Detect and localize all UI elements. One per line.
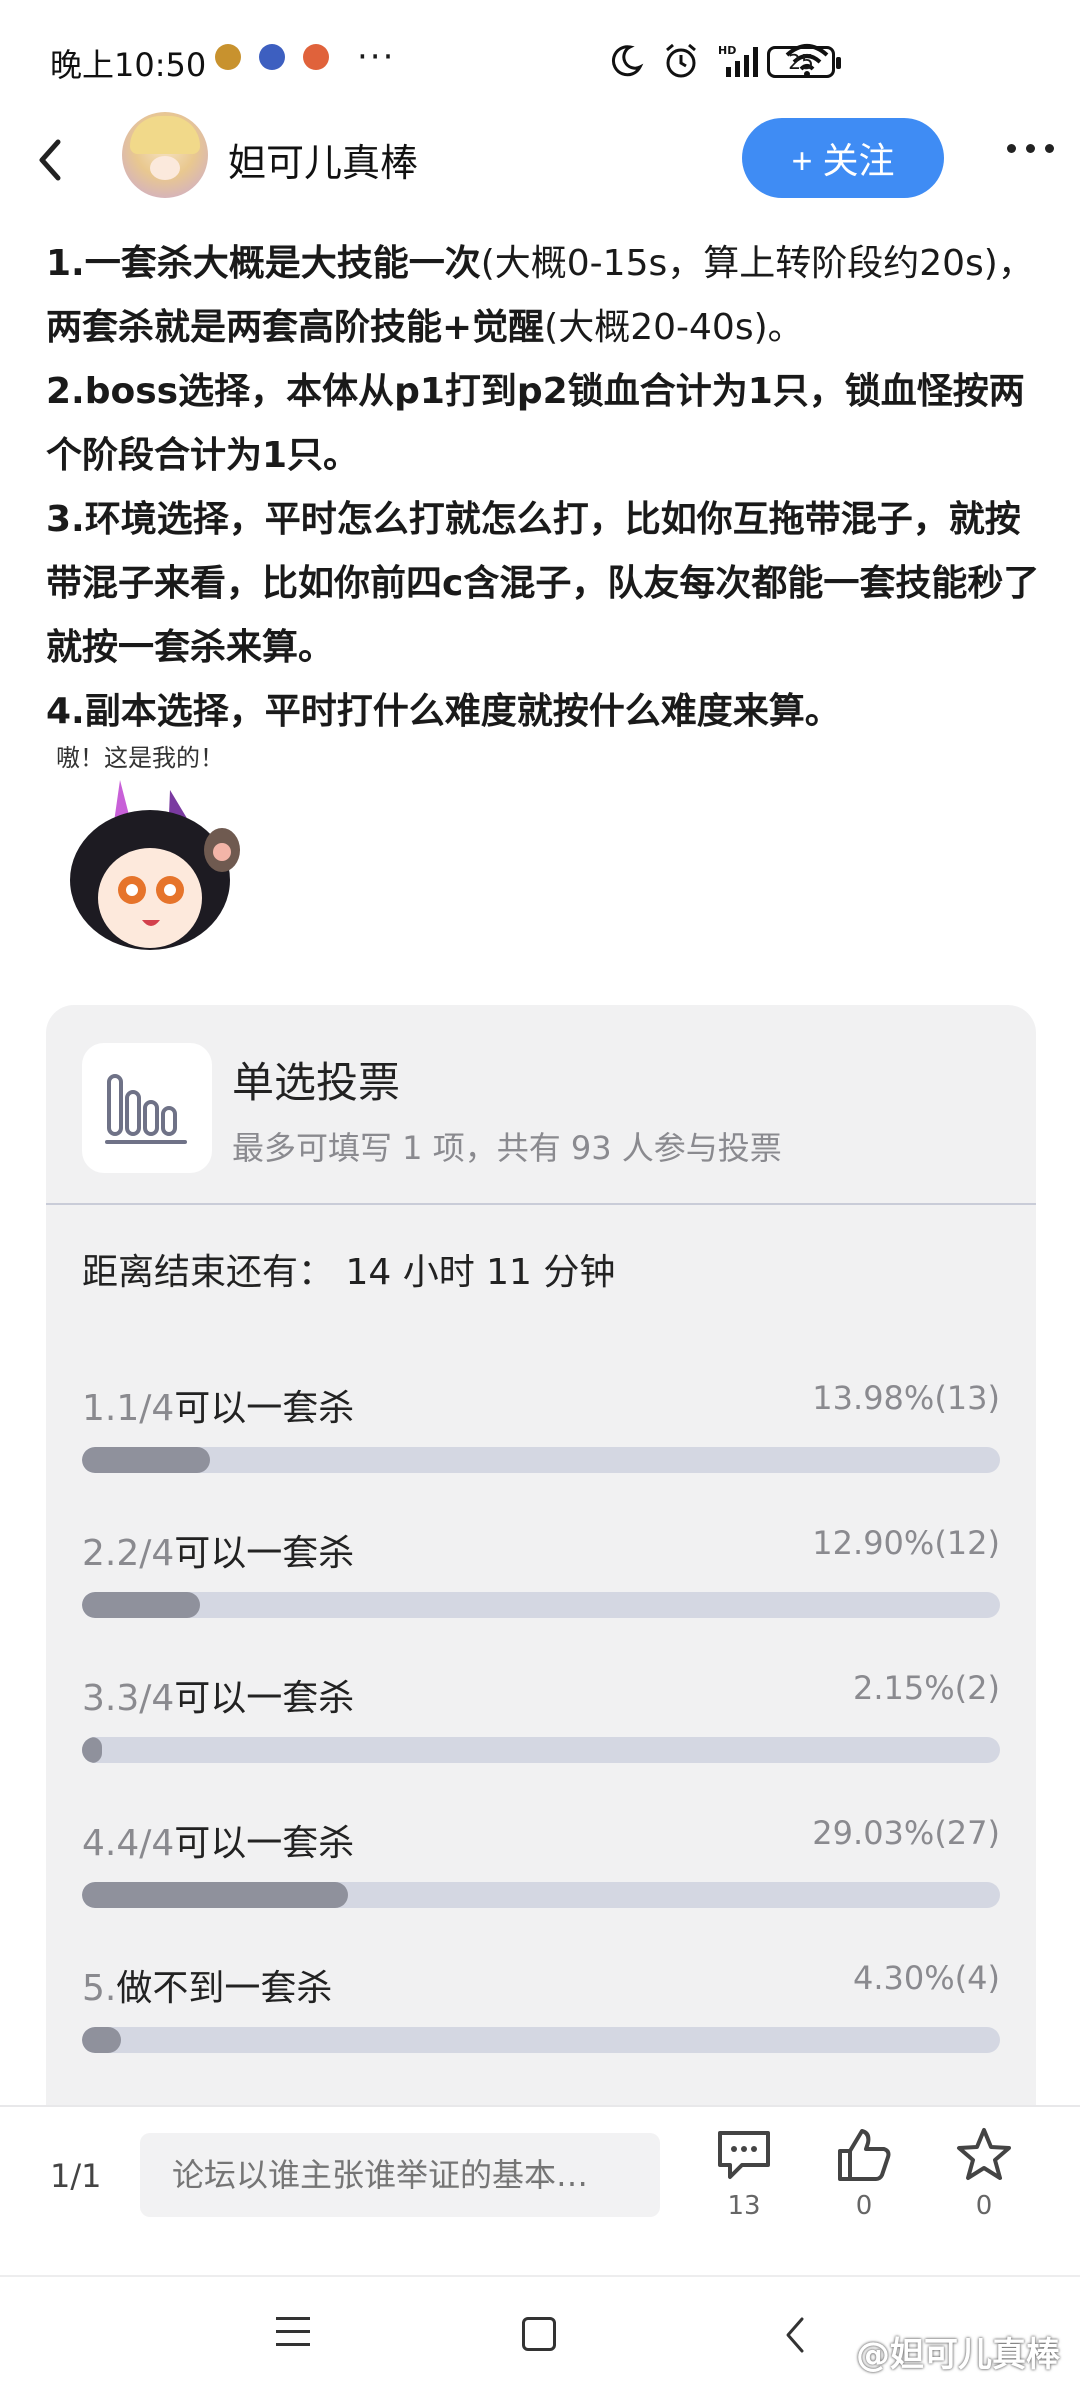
comments-button[interactable]: 13 <box>694 2127 794 2221</box>
post-paragraph: 2.boss选择，本体从p1打到p2锁血合计为1只，锁血怪按两个阶段合计为1只。 <box>46 371 1025 476</box>
poll-option[interactable]: 4.4/4可以一套杀 29.03%(27) <box>82 1814 1000 1924</box>
nav-back-icon[interactable] <box>782 2315 808 2355</box>
poll-countdown: 距离结束还有： 14 小时 11 分钟 <box>82 1252 616 1293</box>
signal-icon: HD <box>718 44 758 77</box>
poll-option-label: 4.4/4可以一套杀 <box>82 1823 355 1864</box>
poll-progress-fill <box>82 2027 122 2053</box>
svg-text:HD: HD <box>718 44 736 57</box>
favorite-button[interactable]: 0 <box>934 2127 1034 2221</box>
moon-icon <box>611 45 644 77</box>
poll-card: 单选投票 最多可填写 1 项，共有 93 人参与投票 距离结束还有： 14 小时… <box>46 1005 1036 2105</box>
poll-progress-track <box>82 2027 1000 2053</box>
favorites-count: 0 <box>975 2191 993 2221</box>
comments-count: 13 <box>727 2191 761 2221</box>
app-notification-icon <box>259 44 285 70</box>
star-icon <box>957 2128 1011 2180</box>
sticker-caption: 嗷！这是我的！ <box>56 744 224 772</box>
home-icon[interactable] <box>522 2317 556 2351</box>
poll-option[interactable]: 5.做不到一套杀 4.30%(4) <box>82 1959 1000 2069</box>
anime-sticker-image[interactable]: 嗷！这是我的！ <box>50 740 266 958</box>
bottom-action-bar: 1/1 13 0 0 <box>0 2105 1080 2275</box>
poll-progress-track <box>82 1882 1000 1908</box>
poll-option-percent: 12.90%(12) <box>812 1524 1000 1562</box>
post-paragraph: 1.一套杀大概是大技能一次(大概0-15s，算上转阶段约20s)，两套杀就是两套… <box>46 243 1034 348</box>
battery-icon: 25 <box>767 46 841 78</box>
app-notification-icon <box>303 44 329 70</box>
poll-option[interactable]: 1.1/4可以一套杀 13.98%(13) <box>82 1379 1000 1489</box>
like-button[interactable]: 0 <box>814 2127 914 2221</box>
poll-option-percent: 13.98%(13) <box>812 1379 1000 1417</box>
poll-progress-fill <box>82 1737 102 1763</box>
follow-button[interactable]: + 关注 <box>742 118 944 198</box>
more-notifications-icon: ··· <box>357 37 396 77</box>
post-content: 1.一套杀大概是大技能一次(大概0-15s，算上转阶段约20s)，两套杀就是两套… <box>46 232 1046 744</box>
poll-option-percent: 2.15%(2) <box>853 1669 1000 1707</box>
app-notification-icon <box>215 44 241 70</box>
reply-input[interactable] <box>140 2133 660 2217</box>
back-arrow-icon[interactable] <box>30 132 70 188</box>
poll-option-percent: 29.03%(27) <box>812 1814 1000 1852</box>
post-paragraph: 3.环境选择，平时怎么打就怎么打，比如你互拖带混子，就按带混子来看，比如你前四c… <box>46 499 1040 668</box>
page-indicator[interactable]: 1/1 <box>50 2157 102 2195</box>
poll-option-label: 1.1/4可以一套杀 <box>82 1388 355 1429</box>
system-navigation-bar: @妲可儿真棒 <box>0 2275 1080 2400</box>
poll-progress-fill <box>82 1882 349 1908</box>
post-paragraph: 4.副本选择，平时打什么难度就按什么难度来算。 <box>46 691 841 732</box>
post-header: 妲可儿真棒 + 关注 <box>0 100 1080 220</box>
poll-icon-container <box>82 1043 212 1173</box>
author-name[interactable]: 妲可儿真棒 <box>228 132 418 187</box>
poll-option[interactable]: 3.3/4可以一套杀 2.15%(2) <box>82 1669 1000 1779</box>
status-time: 晚上10:50 <box>50 46 207 84</box>
divider <box>46 1203 1036 1205</box>
bar-chart-icon <box>105 1074 187 1144</box>
poll-progress-fill <box>82 1447 211 1473</box>
poll-progress-track <box>82 1447 1000 1473</box>
poll-title: 单选投票 <box>232 1058 401 1107</box>
poll-progress-track <box>82 1737 1000 1763</box>
watermark: @妲可儿真棒 <box>856 2335 1060 2375</box>
poll-option-label: 3.3/4可以一套杀 <box>82 1678 355 1719</box>
alarm-icon <box>666 43 696 78</box>
poll-option-label: 2.2/4可以一套杀 <box>82 1533 355 1574</box>
comment-icon <box>718 2131 770 2179</box>
poll-option[interactable]: 2.2/4可以一套杀 12.90%(12) <box>82 1524 1000 1634</box>
poll-option-percent: 4.30%(4) <box>853 1959 1000 1997</box>
notification-icons: ··· <box>215 37 396 77</box>
more-options-icon[interactable] <box>1007 144 1054 153</box>
avatar[interactable] <box>122 112 208 198</box>
poll-option-label: 5.做不到一套杀 <box>82 1968 333 2009</box>
likes-count: 0 <box>855 2191 873 2221</box>
poll-progress-track <box>82 1592 1000 1618</box>
poll-subtitle: 最多可填写 1 项，共有 93 人参与投票 <box>232 1129 782 1167</box>
poll-progress-fill <box>82 1592 201 1618</box>
recent-apps-icon[interactable] <box>276 2317 310 2356</box>
thumbs-up-icon <box>838 2129 891 2181</box>
